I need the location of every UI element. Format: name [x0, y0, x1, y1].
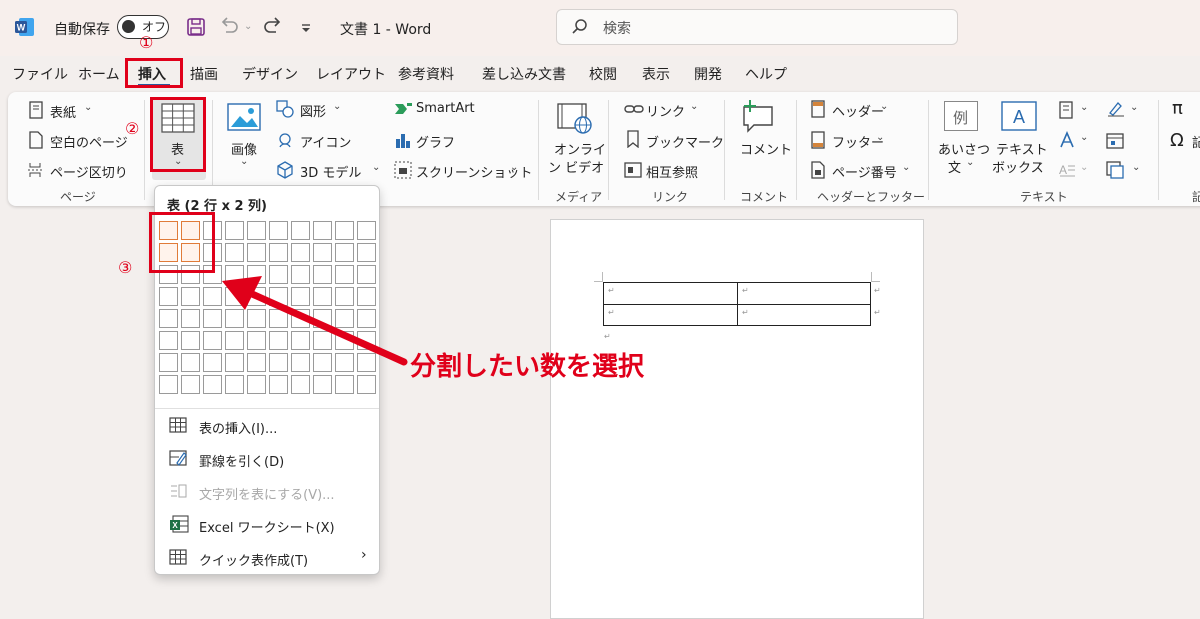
annotation-arrow [222, 276, 408, 366]
annotation-instruction: 分割したい数を選択 [410, 352, 645, 382]
